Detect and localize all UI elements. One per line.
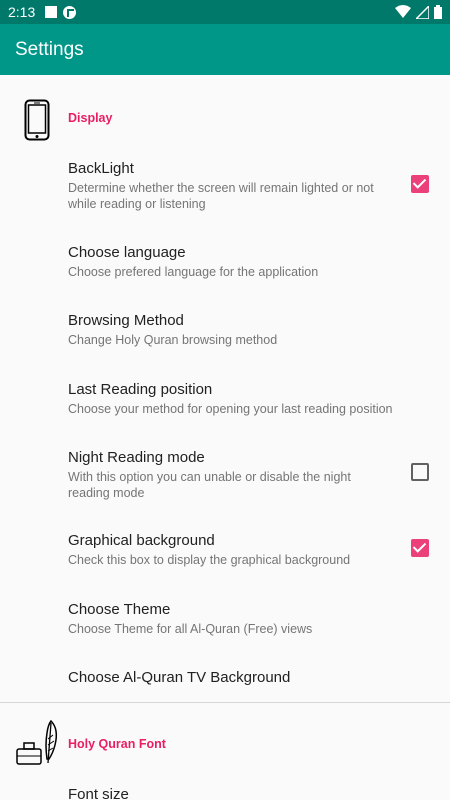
pref-summary: Change Holy Quran browsing method [68,333,278,347]
pref-choose-theme[interactable]: Choose Theme Choose Theme for all Al-Qur… [0,590,450,646]
pref-title: Choose language [68,244,186,261]
category-title-display: Display [68,111,113,125]
pref-summary: Determine whether the screen will remain… [68,181,374,211]
app-bar: Settings [0,24,450,75]
pref-title: Choose Al-Quran TV Background [68,669,291,686]
pref-title: Choose Theme [68,601,171,618]
graphical-background-checkbox[interactable] [411,539,429,557]
pref-night-reading-mode[interactable]: Night Reading mode With this option you … [0,438,450,508]
inkwell-quill-icon [16,719,58,765]
wifi-icon [395,5,411,18]
pref-graphical-background[interactable]: Graphical background Check this box to d… [0,521,450,577]
pref-title: Last Reading position [68,381,213,398]
pref-summary: Choose Theme for all Al-Quran (Free) vie… [68,622,313,636]
category-title-holy-quran-font: Holy Quran Font [68,737,166,751]
pref-backlight[interactable]: BackLight Determine whether the screen w… [0,149,450,217]
backlight-checkbox[interactable] [411,175,429,193]
pref-font-size[interactable]: Font size [0,775,450,800]
pref-title: Browsing Method [68,312,184,329]
app-notification-icon [63,5,77,19]
settings-list[interactable]: Display BackLight Determine whether the … [0,75,450,800]
category-display: Display [0,97,450,143]
status-time: 2:13 [8,4,36,20]
category-holy-quran-font: Holy Quran Font [0,715,450,769]
pref-title: BackLight [68,160,134,177]
pref-summary: Choose prefered language for the applica… [68,265,319,279]
signal-icon [416,5,429,19]
pref-title: Graphical background [68,532,215,549]
pref-summary: Check this box to display the graphical … [68,553,351,567]
pref-title: Night Reading mode [68,449,205,466]
status-bar: 2:13 [0,0,450,24]
pref-summary: With this option you can unable or disab… [68,470,351,500]
pref-choose-tv-background[interactable]: Choose Al-Quran TV Background [0,658,450,702]
phone-icon [24,99,50,141]
pref-title: Font size [68,786,129,800]
category-divider [0,702,450,703]
battery-icon [434,5,442,19]
page-title: Settings [15,38,84,60]
notification-icon [45,6,58,18]
pref-summary: Choose your method for opening your last… [68,402,393,416]
pref-choose-language[interactable]: Choose language Choose prefered language… [0,233,450,289]
night-mode-checkbox[interactable] [411,463,429,481]
pref-browsing-method[interactable]: Browsing Method Change Holy Quran browsi… [0,301,450,357]
pref-last-reading-position[interactable]: Last Reading position Choose your method… [0,370,450,426]
